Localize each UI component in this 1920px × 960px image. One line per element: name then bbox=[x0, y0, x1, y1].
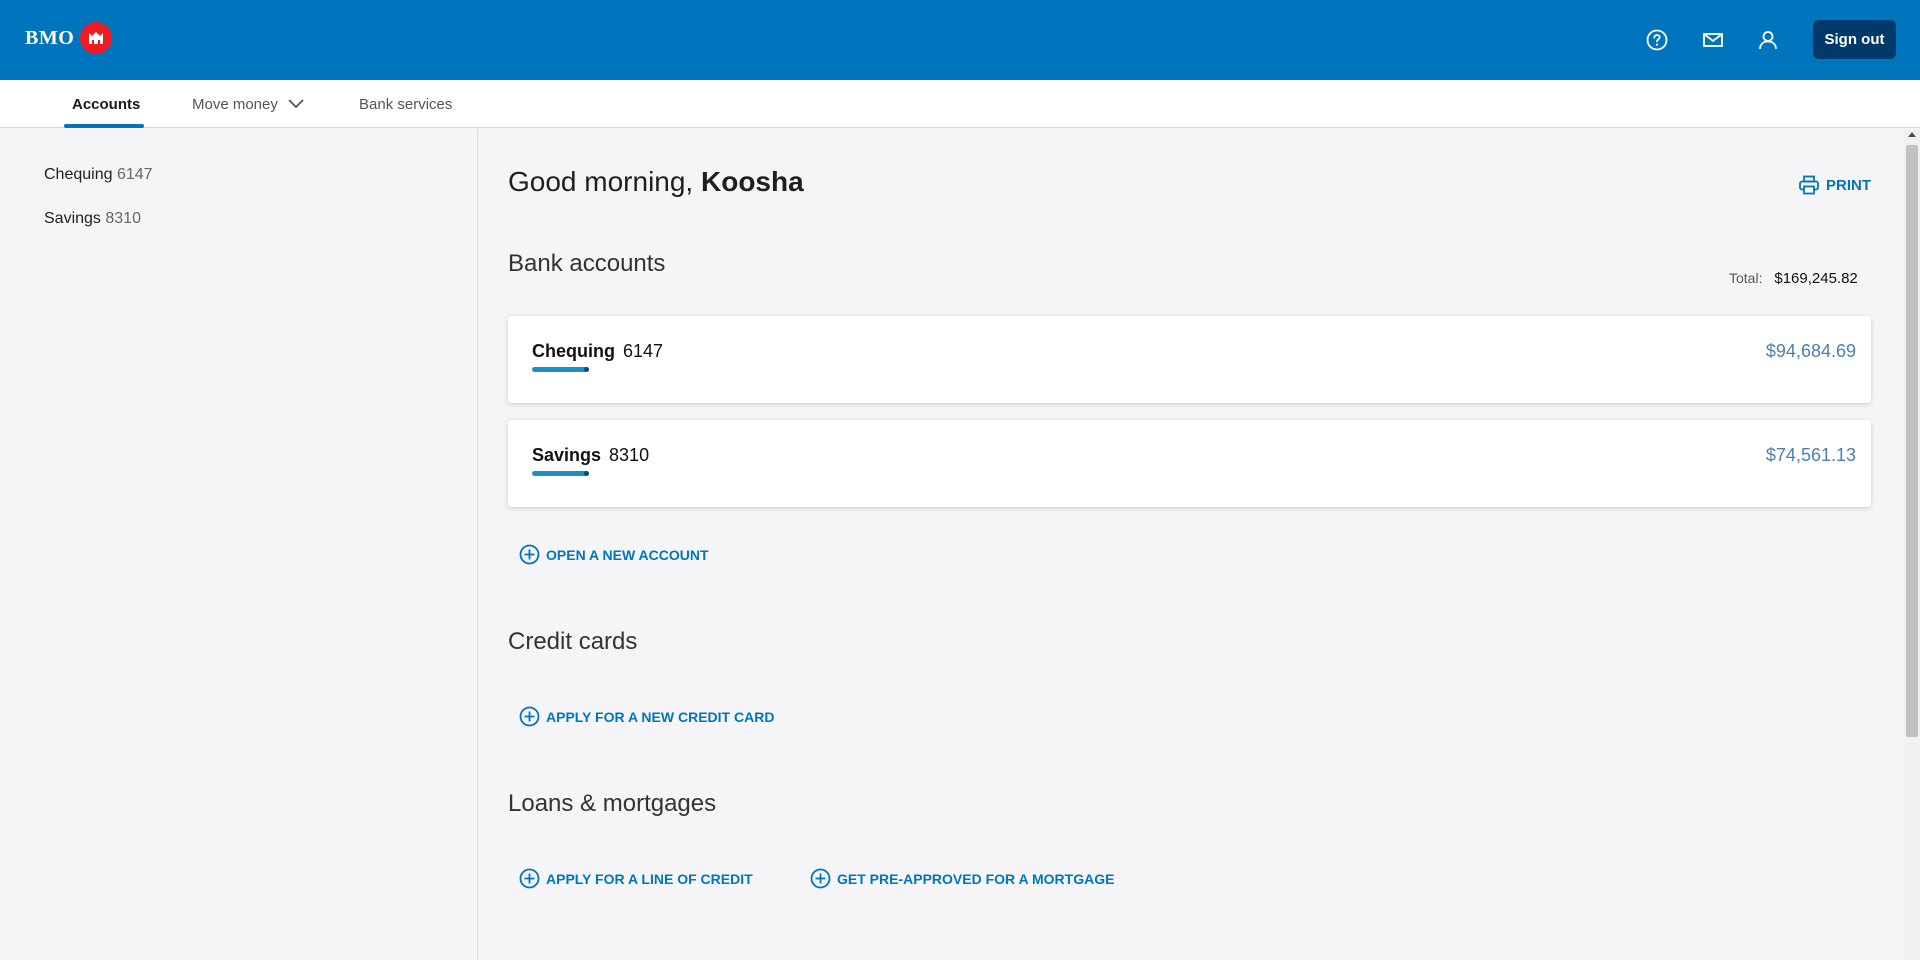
apply-credit-card-label: APPLY FOR A NEW CREDIT CARD bbox=[546, 708, 775, 725]
greeting: Good morning, Koosha bbox=[508, 166, 804, 198]
print-label: PRINT bbox=[1826, 176, 1871, 194]
bmo-roundel-icon bbox=[80, 22, 113, 54]
bank-accounts-title: Bank accounts bbox=[508, 250, 666, 277]
open-new-account-link[interactable]: OPEN A NEW ACCOUNT bbox=[519, 544, 709, 565]
accounts-total: Total: $169,245.82 bbox=[1729, 270, 1858, 287]
sidebar-item-name: Chequing bbox=[44, 166, 113, 183]
print-button[interactable]: PRINT bbox=[1798, 174, 1871, 196]
greeting-prefix: Good morning, bbox=[508, 166, 694, 197]
main-nav: Accounts Move money Bank services bbox=[0, 80, 1920, 128]
user-name: Koosha bbox=[701, 166, 804, 197]
tab-bank-services[interactable]: Bank services bbox=[359, 80, 452, 128]
help-icon[interactable] bbox=[1644, 27, 1670, 53]
account-card-name: Chequing 6147 bbox=[532, 341, 663, 362]
account-sidebar: Chequing 6147 Savings 8310 bbox=[0, 129, 478, 960]
tab-move-money[interactable]: Move money bbox=[192, 80, 304, 128]
plus-circle-icon bbox=[810, 868, 831, 889]
account-balance: $74,561.13 bbox=[1765, 445, 1856, 465]
account-number: 6147 bbox=[623, 341, 664, 361]
apply-line-of-credit-label: APPLY FOR A LINE OF CREDIT bbox=[546, 870, 753, 887]
account-number: 8310 bbox=[609, 445, 650, 465]
plus-circle-icon bbox=[519, 544, 540, 565]
sidebar-item-number: 6147 bbox=[116, 166, 153, 183]
logo-text: BMO bbox=[25, 26, 75, 49]
apply-credit-card-link[interactable]: APPLY FOR A NEW CREDIT CARD bbox=[519, 706, 774, 727]
sidebar-item-chequing[interactable]: Chequing 6147 bbox=[44, 166, 153, 184]
sidebar-item-number: 8310 bbox=[105, 210, 141, 227]
profile-icon[interactable] bbox=[1755, 27, 1781, 53]
tab-accounts[interactable]: Accounts bbox=[72, 80, 140, 128]
mortgage-preapproval-link[interactable]: GET PRE-APPROVED FOR A MORTGAGE bbox=[810, 868, 1114, 889]
total-label: Total: bbox=[1729, 270, 1763, 286]
credit-cards-title: Credit cards bbox=[508, 628, 638, 655]
bmo-logo[interactable]: BMO bbox=[25, 22, 113, 54]
account-card-name: Savings 8310 bbox=[532, 445, 649, 466]
mortgage-preapproval-label: GET PRE-APPROVED FOR A MORTGAGE bbox=[837, 870, 1115, 887]
total-value: $169,245.82 bbox=[1774, 270, 1858, 287]
scroll-up-arrow-icon[interactable] bbox=[1908, 132, 1916, 137]
tab-move-money-label: Move money bbox=[192, 95, 278, 113]
top-header: BMO Sign out bbox=[0, 0, 1920, 80]
loans-mortgages-title: Loans & mortgages bbox=[508, 790, 717, 817]
printer-icon bbox=[1799, 175, 1819, 195]
apply-line-of-credit-link[interactable]: APPLY FOR A LINE OF CREDIT bbox=[519, 868, 753, 889]
plus-circle-icon bbox=[519, 706, 540, 727]
account-card-savings[interactable]: Savings 8310 $74,561.13 bbox=[508, 420, 1871, 507]
mail-icon[interactable] bbox=[1700, 27, 1726, 53]
sidebar-item-savings[interactable]: Savings 8310 bbox=[44, 210, 141, 228]
account-type: Chequing bbox=[532, 341, 615, 361]
plus-circle-icon bbox=[519, 868, 540, 889]
chevron-down-icon bbox=[288, 99, 304, 109]
active-tab-indicator bbox=[64, 124, 144, 128]
sign-out-button[interactable]: Sign out bbox=[1813, 20, 1896, 59]
sidebar-item-name: Savings bbox=[44, 210, 101, 227]
account-type: Savings bbox=[532, 445, 602, 465]
scrollbar-thumb[interactable] bbox=[1906, 145, 1918, 737]
open-new-account-label: OPEN A NEW ACCOUNT bbox=[546, 546, 709, 563]
account-accent-bar bbox=[532, 471, 589, 476]
account-card-chequing[interactable]: Chequing 6147 $94,684.69 bbox=[508, 316, 1871, 403]
account-balance: $94,684.69 bbox=[1765, 341, 1856, 361]
account-accent-bar bbox=[532, 367, 589, 372]
